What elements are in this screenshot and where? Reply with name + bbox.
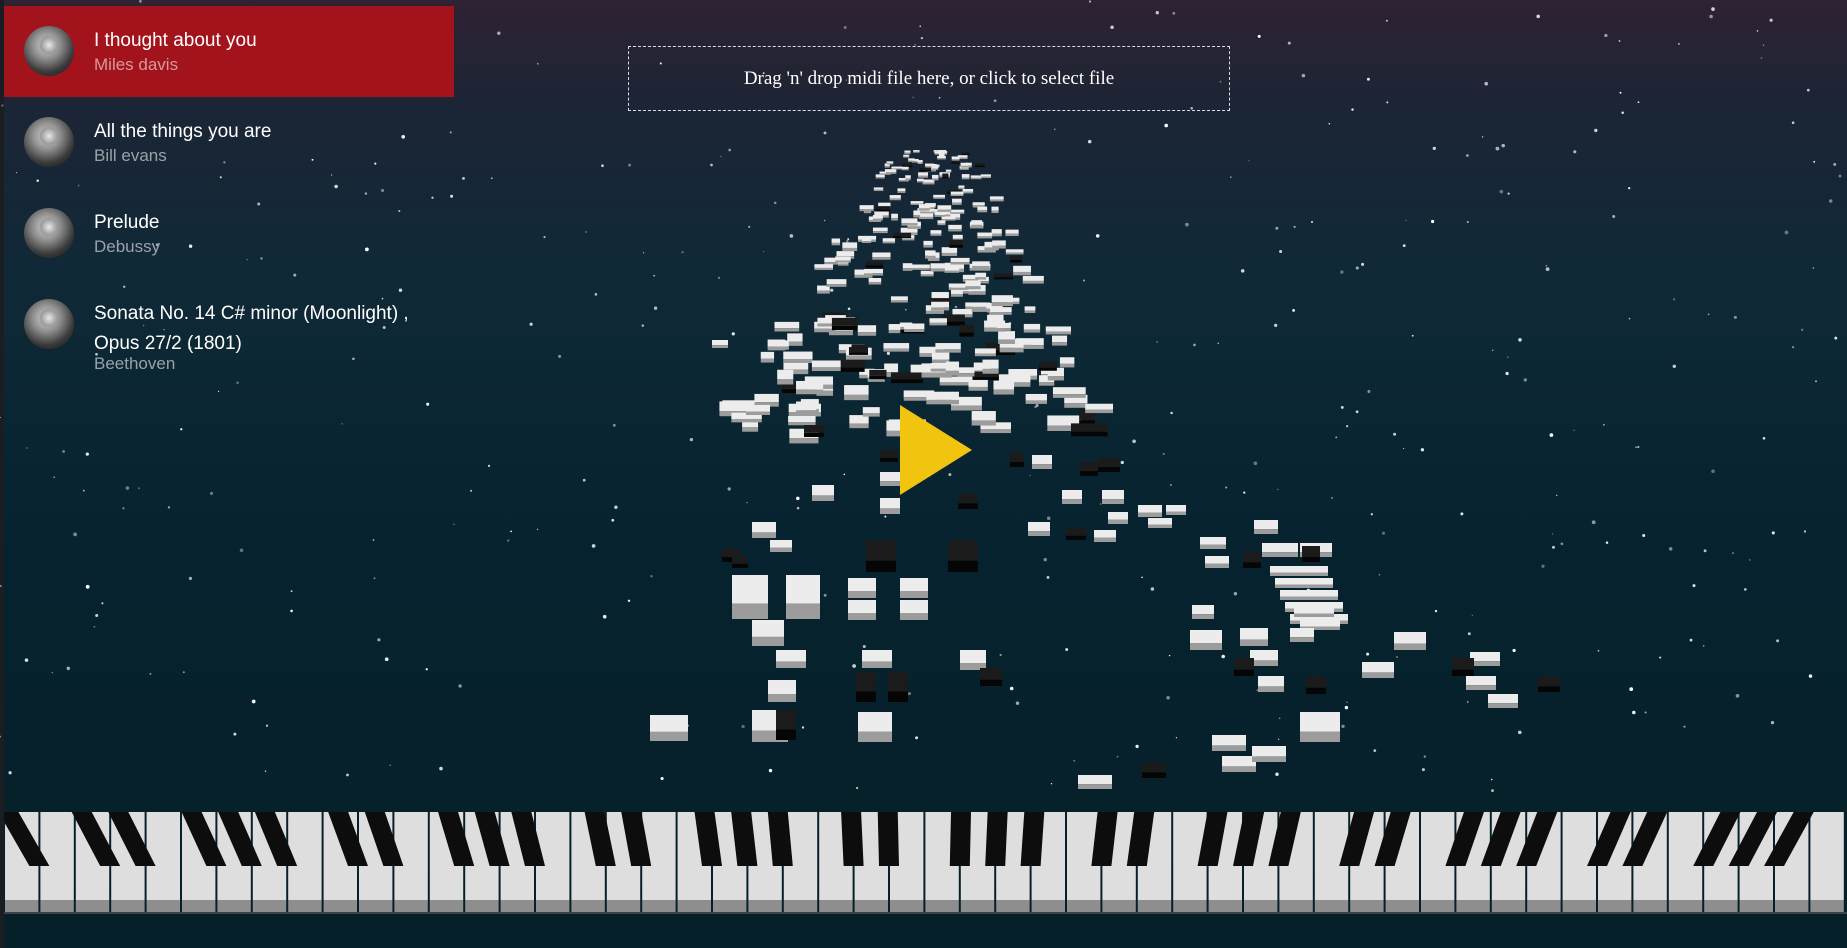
- song-item-1[interactable]: I thought about you Miles davis: [4, 6, 454, 97]
- song-title: I thought about you: [94, 30, 257, 51]
- song-item-2[interactable]: All the things you are Bill evans: [4, 97, 454, 188]
- artist-avatar: [24, 208, 74, 258]
- play-triangle-icon[interactable]: [900, 405, 972, 495]
- artist-avatar: [24, 26, 74, 76]
- song-list: I thought about you Miles davis All the …: [4, 6, 454, 379]
- song-item-3[interactable]: Prelude Debussy: [4, 188, 454, 279]
- song-artist: Debussy: [94, 237, 161, 256]
- midi-dropzone[interactable]: Drag 'n' drop midi file here, or click t…: [628, 46, 1230, 111]
- artist-avatar: [24, 117, 74, 167]
- song-artist: Beethoven: [94, 354, 176, 373]
- song-artist: Bill evans: [94, 146, 167, 165]
- song-artist: Miles davis: [94, 55, 179, 74]
- song-title: All the things you are: [94, 121, 272, 142]
- dropzone-label: Drag 'n' drop midi file here, or click t…: [743, 67, 1115, 89]
- song-item-4[interactable]: Sonata No. 14 C# minor (Moonlight) , Opu…: [4, 279, 454, 379]
- song-title: Sonata No. 14 C# minor (Moonlight) , Opu…: [94, 303, 409, 354]
- artist-avatar: [24, 299, 74, 349]
- song-title: Prelude: [94, 212, 160, 233]
- piano-keyboard: [4, 812, 1847, 914]
